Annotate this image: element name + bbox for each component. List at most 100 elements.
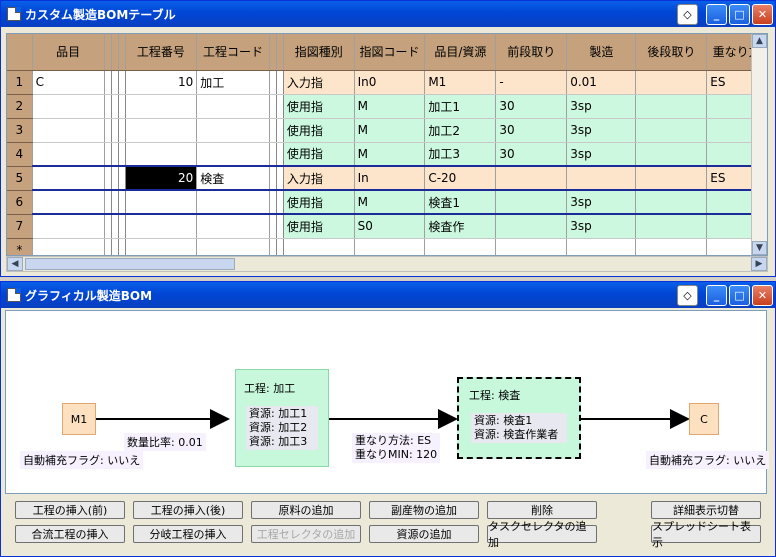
empty-cell[interactable] <box>196 238 270 255</box>
add-material-button[interactable]: 原料の追加 <box>251 501 361 519</box>
cell-post[interactable] <box>635 214 708 239</box>
cell-resource[interactable]: M1 <box>424 70 497 95</box>
cell-code[interactable]: M <box>354 94 426 119</box>
empty-cell[interactable] <box>283 238 355 255</box>
cell-code[interactable]: In0 <box>354 70 426 95</box>
empty-cell[interactable] <box>118 238 126 255</box>
row-header[interactable]: 2 <box>7 94 33 119</box>
row-header[interactable]: 5 <box>7 166 33 191</box>
insert-process-after-button[interactable]: 工程の挿入(後) <box>133 501 243 519</box>
cell-proc-code[interactable] <box>196 190 270 215</box>
cell-proc-no[interactable] <box>125 214 198 239</box>
empty-cell[interactable] <box>125 238 198 255</box>
cell-mfg[interactable]: 3sp <box>566 118 637 143</box>
cell-proc-code[interactable]: 加工 <box>196 70 270 95</box>
cell-proc-no[interactable] <box>125 142 198 167</box>
show-spreadsheet-button[interactable]: スプレッドシート表示 <box>651 520 761 549</box>
cell-proc-no[interactable] <box>125 190 198 215</box>
cell-pre[interactable] <box>495 190 568 215</box>
new-row[interactable]: * <box>7 238 767 255</box>
table-row[interactable]: 2 使用指 M 加工1 30 3sp <box>7 94 767 119</box>
empty-cell[interactable] <box>269 238 277 255</box>
cell-pre[interactable]: 30 <box>495 142 568 167</box>
process-node-inspection[interactable]: 工程: 検査 資源: 検査1 資源: 検査作業者 <box>457 377 581 459</box>
cell-item[interactable]: C <box>32 70 105 95</box>
add-task-selector-button[interactable]: タスクセレクタの追加 <box>487 520 597 549</box>
col-header-kind[interactable]: 指図種別 <box>283 34 355 71</box>
cell-post[interactable] <box>635 118 708 143</box>
cell-kind[interactable]: 使用指 <box>283 118 355 143</box>
cell-code[interactable]: In <box>354 166 426 191</box>
table-row[interactable]: 4 使用指 M 加工3 30 3sp <box>7 142 767 167</box>
cell-kind[interactable]: 入力指 <box>283 70 355 95</box>
cell-resource[interactable]: 加工2 <box>424 118 497 143</box>
cell-mfg[interactable] <box>566 166 637 191</box>
empty-cell[interactable] <box>495 238 568 255</box>
empty-cell[interactable] <box>104 238 112 255</box>
graph-window-titlebar[interactable]: グラフィカル製造BOM ◇ _ □ ✕ <box>1 282 775 308</box>
cell-code[interactable]: M <box>354 118 426 143</box>
cell-post[interactable] <box>635 70 708 95</box>
cell-proc-code[interactable] <box>196 118 270 143</box>
cell-code[interactable]: M <box>354 190 426 215</box>
scroll-up-icon[interactable]: ▲ <box>752 34 767 48</box>
cell-code[interactable]: M <box>354 142 426 167</box>
empty-cell[interactable] <box>354 238 426 255</box>
close-button[interactable]: ✕ <box>752 284 773 306</box>
row-header[interactable]: 3 <box>7 118 33 143</box>
scroll-down-icon[interactable]: ▼ <box>752 241 767 255</box>
empty-cell[interactable] <box>566 238 637 255</box>
insert-process-before-button[interactable]: 工程の挿入(前) <box>15 501 125 519</box>
cell-kind[interactable]: 使用指 <box>283 94 355 119</box>
cell-mfg[interactable]: 0.01 <box>566 70 637 95</box>
cell-kind[interactable]: 使用指 <box>283 190 355 215</box>
cell-proc-code[interactable]: 検査 <box>196 166 270 191</box>
empty-cell[interactable] <box>111 238 119 255</box>
cell-mfg[interactable]: 3sp <box>566 94 637 119</box>
table-row[interactable]: 7 使用指 S0 検査作 3sp <box>7 214 767 239</box>
cell-proc-no[interactable]: 10 <box>125 70 198 95</box>
table-row[interactable]: 5 20 検査 入力指 In C-20 ES <box>7 166 767 191</box>
horizontal-scrollbar[interactable]: ◀ ▶ <box>6 256 768 272</box>
detail-toggle-button[interactable]: 詳細表示切替 <box>651 501 761 519</box>
cell-item[interactable] <box>32 214 105 239</box>
table-window-titlebar[interactable]: カスタム製造BOMテーブル ◇ _ □ ✕ <box>1 1 775 27</box>
col-header-post[interactable]: 後段取り <box>635 34 708 71</box>
cell-mfg[interactable]: 3sp <box>566 190 637 215</box>
maximize-button[interactable]: □ <box>729 3 750 25</box>
empty-cell[interactable] <box>635 238 708 255</box>
cell-proc-no[interactable] <box>125 118 198 143</box>
row-header[interactable]: 1 <box>7 70 33 95</box>
cell-kind[interactable]: 使用指 <box>283 142 355 167</box>
row-header[interactable]: 6 <box>7 190 33 215</box>
scroll-left-icon[interactable]: ◀ <box>7 257 23 271</box>
col-header-item[interactable]: 品目 <box>32 34 105 71</box>
cell-kind[interactable]: 使用指 <box>283 214 355 239</box>
cell-resource[interactable]: 検査作 <box>424 214 497 239</box>
cell-item[interactable] <box>32 142 105 167</box>
add-byproduct-button[interactable]: 副産物の追加 <box>369 501 479 519</box>
c-node[interactable]: C <box>689 403 719 435</box>
cell-post[interactable] <box>635 166 708 191</box>
scroll-thumb[interactable] <box>25 258 235 270</box>
cell-resource[interactable]: 検査1 <box>424 190 497 215</box>
cell-item[interactable] <box>32 118 105 143</box>
cell-code[interactable]: S0 <box>354 214 426 239</box>
empty-cell[interactable] <box>276 238 284 255</box>
cell-proc-code[interactable] <box>196 94 270 119</box>
row-header[interactable]: 7 <box>7 214 33 239</box>
delete-button[interactable]: 削除 <box>487 501 597 519</box>
add-process-selector-button[interactable]: 工程セレクタの追加 <box>251 525 361 543</box>
col-header-mfg[interactable]: 製造 <box>566 34 637 71</box>
table-row[interactable]: 6 使用指 M 検査1 3sp <box>7 190 767 215</box>
corner-cell[interactable] <box>7 34 33 71</box>
cell-mfg[interactable]: 3sp <box>566 214 637 239</box>
diamond-icon[interactable]: ◇ <box>677 3 698 25</box>
cell-proc-code[interactable] <box>196 142 270 167</box>
empty-cell[interactable] <box>32 238 105 255</box>
cell-resource[interactable]: 加工3 <box>424 142 497 167</box>
process-node-machining[interactable]: 工程: 加工 資源: 加工1 資源: 加工2 資源: 加工3 <box>235 369 329 467</box>
insert-branch-process-button[interactable]: 分岐工程の挿入 <box>133 525 243 543</box>
col-header-resource[interactable]: 品目/資源 <box>424 34 497 71</box>
cell-resource[interactable]: C-20 <box>424 166 497 191</box>
